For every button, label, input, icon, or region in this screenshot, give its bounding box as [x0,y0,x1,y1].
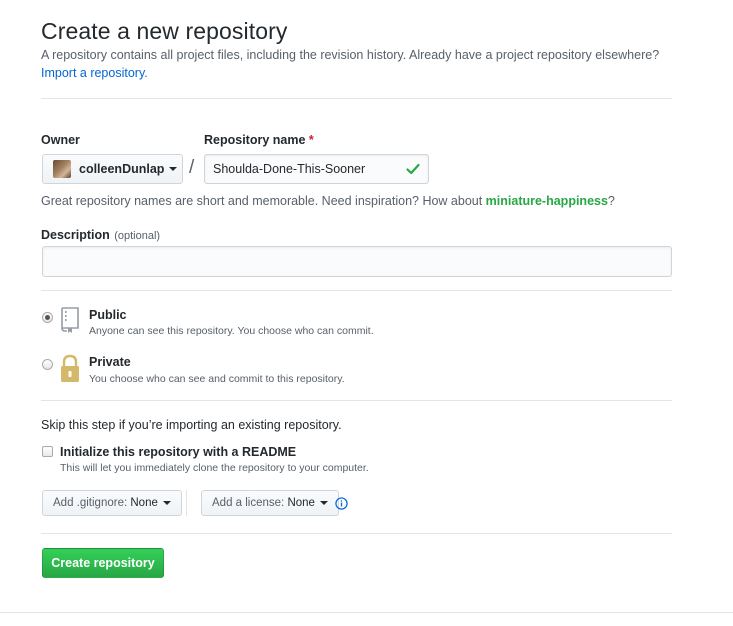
name-suggestion-link[interactable]: miniature-happiness [486,194,608,208]
chevron-down-icon [319,501,328,505]
divider-visibility [41,290,672,291]
repository-name-input[interactable] [204,154,429,184]
gitignore-label: Add .gitignore: [53,497,128,509]
readme-checkbox[interactable] [42,446,53,457]
owner-name: colleenDunlap [79,162,165,176]
public-option-desc: Anyone can see this repository. You choo… [89,325,374,337]
required-mark: * [308,133,314,147]
gitignore-value: None [130,497,158,509]
public-radio[interactable] [42,312,53,323]
description-label-text: Description [41,228,110,242]
create-repository-button[interactable]: Create repository [42,548,164,578]
avatar [53,160,71,178]
license-label: Add a license: [212,497,285,509]
gitignore-select-button[interactable]: Add .gitignore: None [42,490,182,516]
private-radio[interactable] [42,359,53,370]
description-optional: (optional) [114,230,161,242]
hint-text: Great repository names are short and mem… [41,194,486,208]
description-input[interactable] [42,246,672,277]
license-value: None [287,497,315,509]
private-option-desc: You choose who can see and commit to thi… [89,373,345,385]
lock-icon [61,354,79,382]
owner-select-button[interactable]: colleenDunlap [42,154,183,184]
readme-desc: This will let you immediately clone the … [60,462,369,474]
repo-book-icon [61,307,79,333]
hint-suffix: ? [607,194,615,208]
chevron-down-icon [169,167,178,171]
skip-step-text: Skip this step if you’re importing an ex… [41,418,342,432]
import-repository-link[interactable]: Import a repository [41,66,144,80]
import-link-suffix: . [144,66,148,80]
info-icon[interactable] [335,497,348,510]
select-separator [186,490,187,516]
repo-name-label: Repository name * [204,133,314,147]
repo-name-hint: Great repository names are short and mem… [41,194,615,208]
description-label: Description (optional) [41,226,160,244]
private-option-title: Private [89,355,131,369]
owner-repo-separator: / [189,157,195,178]
repo-name-label-text: Repository name [204,133,306,147]
page-subtitle: A repository contains all project files,… [41,48,660,62]
divider-init [41,400,672,401]
chevron-down-icon [162,501,171,505]
license-select-button[interactable]: Add a license: None [201,490,339,516]
import-line: Import a repository. [41,66,148,80]
divider-submit [41,533,672,534]
divider-top [41,98,672,99]
readme-label[interactable]: Initialize this repository with a README [60,445,296,459]
check-icon [406,163,420,175]
footer-divider [0,612,733,613]
owner-label: Owner [41,133,80,147]
public-option-title: Public [89,308,127,322]
page-title: Create a new repository [41,18,288,44]
